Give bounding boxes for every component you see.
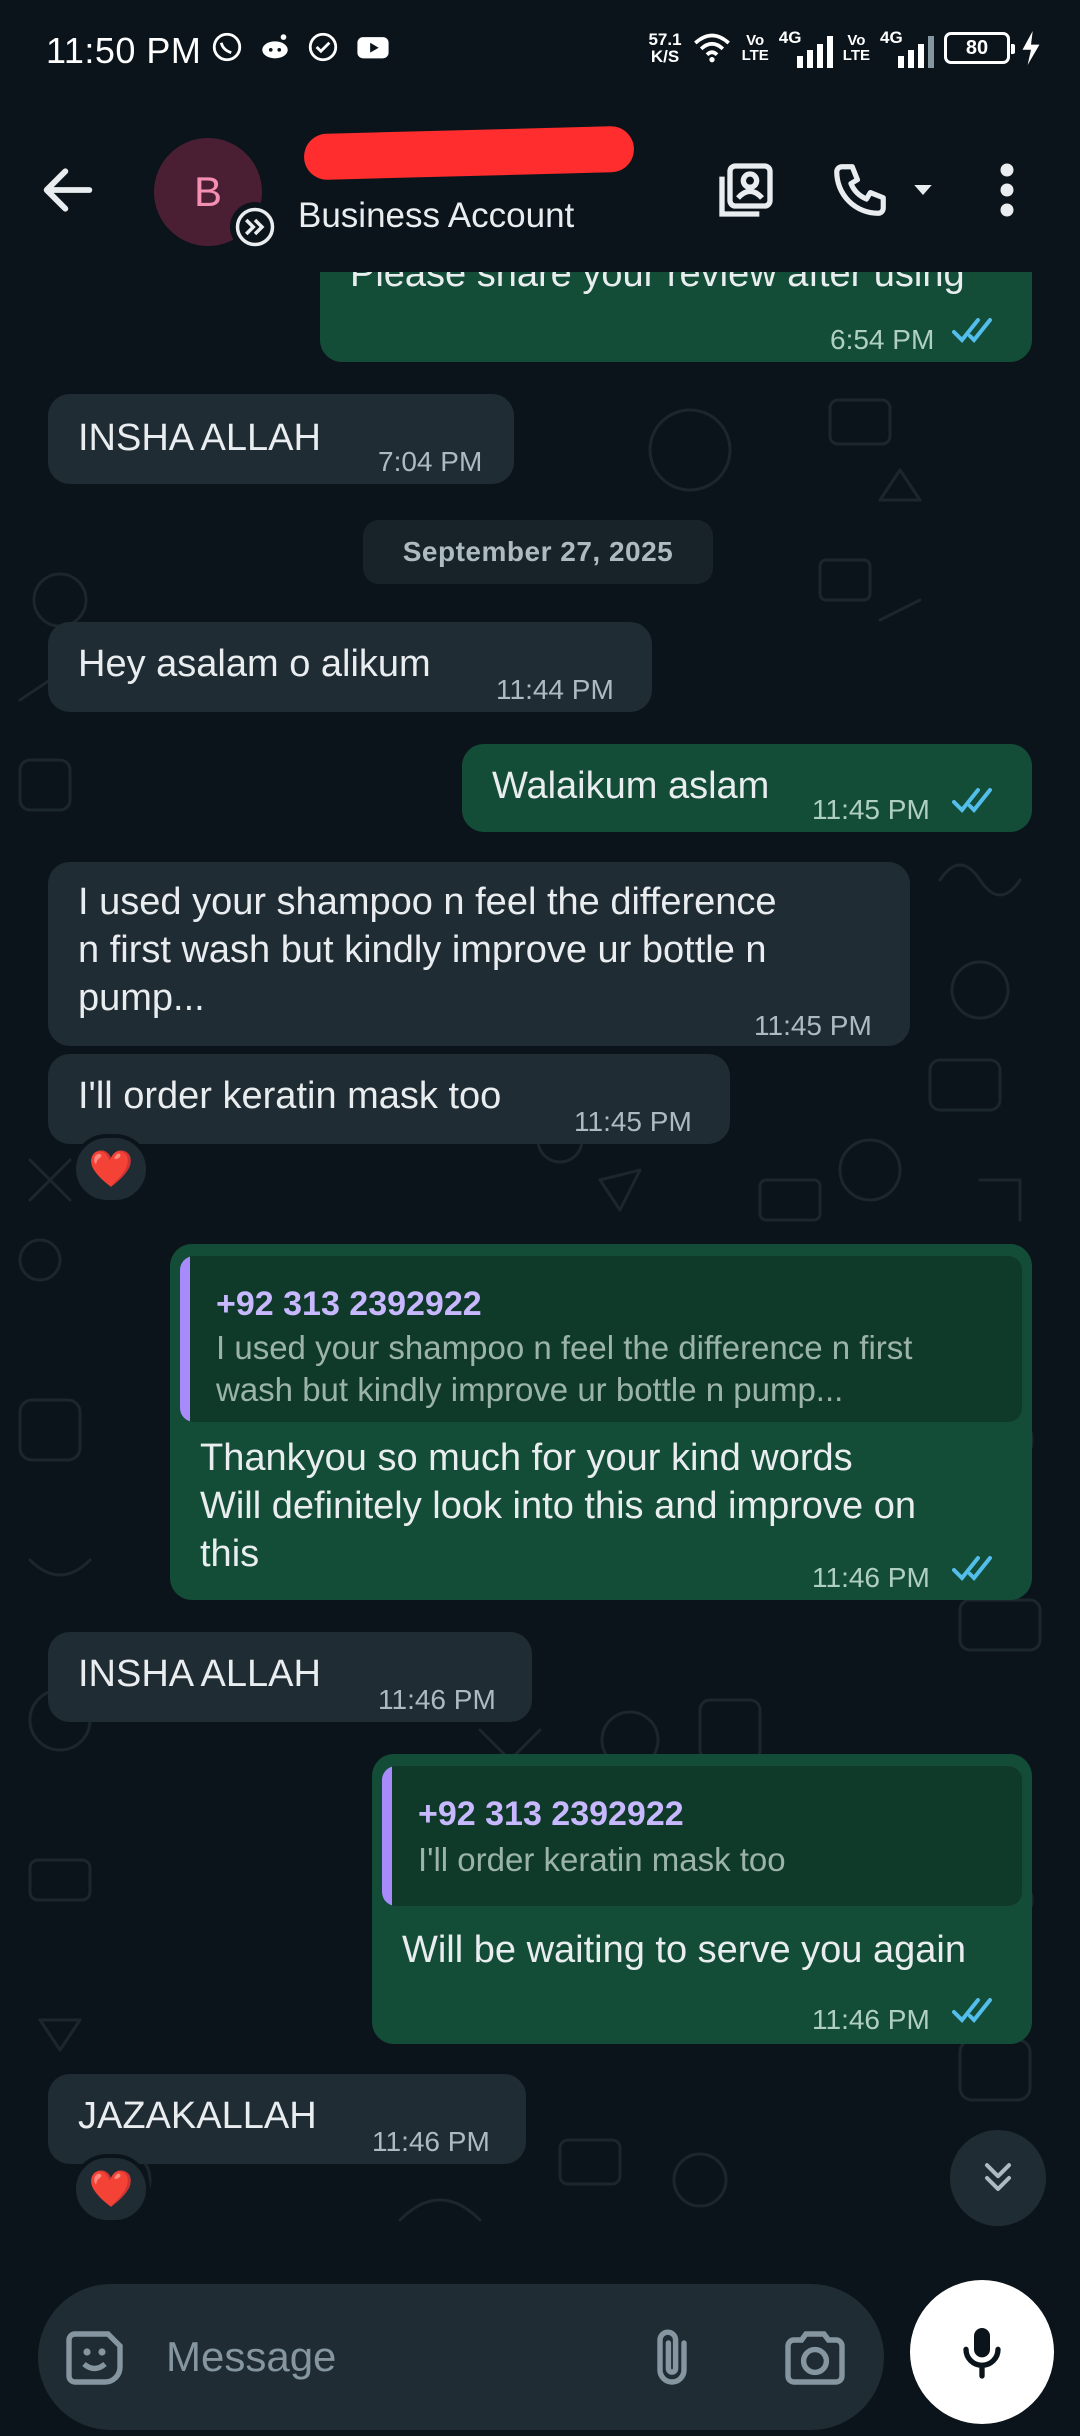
volte-1: Vo LTE: [741, 32, 769, 64]
sticker-button[interactable]: [60, 2322, 132, 2394]
message-time: 11:46 PM: [812, 1562, 930, 1593]
camera-icon: [785, 2331, 845, 2385]
message-text-line: pump...: [78, 977, 205, 1019]
message-text-line: n first wash but kindly improve ur bottl…: [78, 929, 767, 971]
voice-record-button[interactable]: [910, 2280, 1054, 2424]
battery-indicator: 80: [944, 32, 1015, 64]
more-options-button[interactable]: [980, 152, 1034, 228]
heart-reaction[interactable]: ❤️: [72, 2154, 150, 2224]
attach-button[interactable]: [636, 2320, 708, 2396]
system-indicators: 57.1 K/S Vo LTE 4G Vo LTE 4G 80: [648, 28, 1042, 68]
date-divider: September 27, 2025: [363, 520, 713, 584]
attach-icon: [657, 2329, 687, 2385]
mic-icon: [963, 2328, 1001, 2379]
message-text: Hey asalam o alikum: [78, 643, 431, 685]
check-circle-icon: [308, 32, 338, 62]
message-time: 11:46 PM: [378, 1684, 496, 1715]
whatsapp-icon: [212, 32, 242, 62]
status-bar: 11:50 PM 57.1 K/S Vo LTE 4G Vo LTE 4G 80: [0, 0, 1080, 100]
message-text-line: I used your shampoo n feel the differenc…: [78, 881, 777, 923]
message-time: 11:44 PM: [496, 674, 614, 705]
contact-card-icon: [719, 163, 773, 217]
message-text-line: Thankyou so much for your kind words: [200, 1437, 853, 1479]
message-input[interactable]: [166, 2326, 616, 2388]
signal-icon: [796, 36, 833, 68]
notification-icons: [210, 30, 392, 64]
message-text: INSHA ALLAH: [78, 417, 321, 459]
contact-subtitle[interactable]: Business Account: [298, 196, 574, 236]
message-text: JAZAKALLAH: [78, 2095, 317, 2137]
message-text: Walaikum aslam: [492, 765, 770, 807]
message-time: 6:54 PM: [830, 324, 935, 355]
heart-icon: ❤️: [88, 1148, 134, 1189]
quote-bar: [180, 1256, 190, 1422]
volte-2: Vo LTE: [842, 32, 870, 64]
message-bubble[interactable]: Hey asalam o alikum 11:44 PM: [48, 622, 652, 712]
message-text-line: this: [200, 1533, 260, 1575]
message-bubble[interactable]: +92 313 2392922 I used your shampoo n fe…: [170, 1244, 1032, 1600]
net-speed: 57.1 K/S: [648, 30, 682, 66]
quote-sender: +92 313 2392922: [216, 1285, 482, 1323]
message-composer: [38, 2284, 884, 2430]
reddit-icon: [262, 34, 288, 59]
sticker-icon: [66, 2331, 123, 2385]
message-bubble[interactable]: I used your shampoo n feel the differenc…: [48, 862, 910, 1046]
call-options-button[interactable]: [898, 152, 948, 228]
quoted-message[interactable]: +92 313 2392922 I used your shampoo n fe…: [180, 1256, 1022, 1422]
quoted-message[interactable]: +92 313 2392922 I'll order keratin mask …: [382, 1766, 1022, 1906]
message-text-line: Will definitely look into this and impro…: [200, 1485, 917, 1527]
read-ticks-icon: [952, 788, 992, 813]
message-bubble[interactable]: JAZAKALLAH 11:46 PM: [48, 2074, 526, 2164]
charging-icon: [1022, 31, 1040, 65]
chat-header: B Business Account: [0, 100, 1080, 272]
status-time: 11:50 PM: [46, 30, 202, 71]
more-vert-icon: [1000, 163, 1014, 217]
quote-text: I'll order keratin mask too: [418, 1841, 786, 1878]
message-text: INSHA ALLAH: [78, 1653, 321, 1695]
message-text: Will be waiting to serve you again: [402, 1929, 966, 1971]
heart-icon: ❤️: [88, 2168, 134, 2209]
message-bubble[interactable]: INSHA ALLAH 7:04 PM: [48, 394, 514, 484]
phone-icon: [834, 164, 886, 216]
message-time: 11:46 PM: [812, 2004, 930, 2035]
signal-2: 4G: [880, 28, 934, 68]
wifi-icon: [693, 33, 730, 63]
signal-1: 4G: [779, 28, 833, 68]
read-ticks-icon: [952, 1998, 992, 2023]
quote-bar: [382, 1766, 392, 1906]
chat-messages: Please share your review after using 6:5…: [0, 0, 1080, 2436]
business-badge-icon: [230, 202, 280, 252]
message-bubble[interactable]: I'll order keratin mask too 11:45 PM: [48, 1054, 730, 1144]
message-bubble[interactable]: +92 313 2392922 I'll order keratin mask …: [372, 1754, 1032, 2044]
message-time: 11:46 PM: [372, 2126, 490, 2157]
dropdown-arrow-icon: [914, 185, 932, 195]
scroll-down-icon: [984, 2163, 1012, 2192]
message-time: 11:45 PM: [812, 794, 930, 825]
message-text: I'll order keratin mask too: [78, 1075, 502, 1117]
back-button[interactable]: [36, 158, 100, 222]
contact-card-button[interactable]: [708, 152, 784, 228]
message-bubble[interactable]: Walaikum aslam 11:45 PM: [462, 744, 1032, 832]
camera-button[interactable]: [778, 2322, 852, 2394]
message-time: 11:45 PM: [574, 1106, 692, 1137]
read-ticks-icon: [952, 318, 992, 343]
message-time: 11:45 PM: [754, 1010, 872, 1041]
message-time: 7:04 PM: [378, 446, 483, 477]
scroll-to-bottom-button[interactable]: [950, 2130, 1046, 2226]
quote-text-line: wash but kindly improve ur bottle n pump…: [216, 1371, 844, 1408]
redacted-contact-name[interactable]: [303, 125, 635, 181]
quote-text-line: I used your shampoo n feel the differenc…: [216, 1329, 913, 1366]
voice-call-button[interactable]: [822, 152, 898, 228]
heart-reaction[interactable]: ❤️: [72, 1134, 150, 1204]
read-ticks-icon: [952, 1556, 992, 1581]
youtube-icon: [357, 37, 389, 59]
signal-icon: [898, 36, 934, 68]
message-bubble[interactable]: INSHA ALLAH 11:46 PM: [48, 1632, 532, 1722]
back-arrow-icon: [43, 168, 93, 212]
quote-sender: +92 313 2392922: [418, 1795, 684, 1833]
